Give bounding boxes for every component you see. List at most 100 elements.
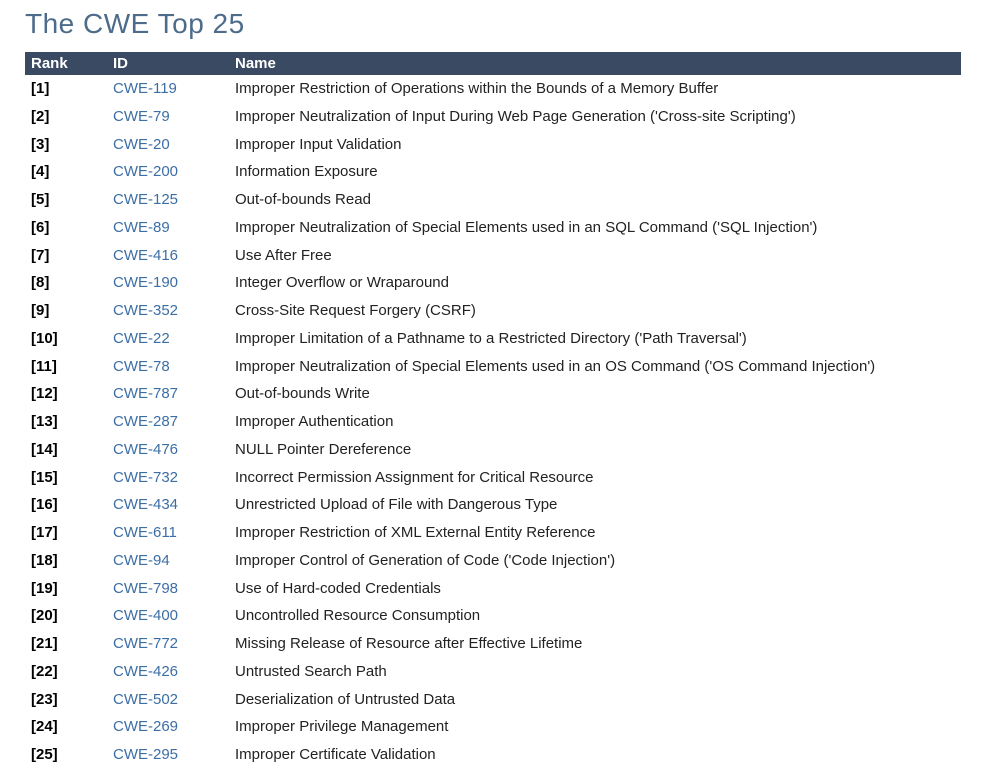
rank-cell: [11] <box>25 353 107 381</box>
rank-cell: [23] <box>25 686 107 714</box>
cwe-link[interactable]: CWE-125 <box>113 191 178 208</box>
rank-cell: [25] <box>25 741 107 769</box>
table-row: [9]CWE-352Cross-Site Request Forgery (CS… <box>25 297 961 325</box>
name-cell: Improper Restriction of XML External Ent… <box>229 519 961 547</box>
cwe-link[interactable]: CWE-611 <box>113 524 177 541</box>
rank-cell: [1] <box>25 75 107 103</box>
name-cell: Use After Free <box>229 242 961 270</box>
rank-cell: [19] <box>25 575 107 603</box>
id-cell: CWE-295 <box>107 741 229 769</box>
id-cell: CWE-502 <box>107 686 229 714</box>
id-cell: CWE-94 <box>107 547 229 575</box>
rank-cell: [14] <box>25 436 107 464</box>
rank-cell: [2] <box>25 103 107 131</box>
table-row: [12] CWE-787 Out-of-bounds Write <box>25 380 961 408</box>
table-row: [25]CWE-295Improper Certificate Validati… <box>25 741 961 769</box>
cwe-link[interactable]: CWE-287 <box>113 413 178 430</box>
cwe-link[interactable]: CWE-119 <box>113 80 177 97</box>
table-row: [22] CWE-426 Untrusted Search Path <box>25 658 961 686</box>
table-row: [14] CWE-476 NULL Pointer Dereference <box>25 436 961 464</box>
rank-cell: [3] <box>25 131 107 159</box>
name-cell: Improper Privilege Management <box>229 713 961 741</box>
table-row: [16]CWE-434Unrestricted Upload of File w… <box>25 491 961 519</box>
rank-cell: [15] <box>25 464 107 492</box>
cwe-link[interactable]: CWE-78 <box>113 358 170 375</box>
id-cell: CWE-22 <box>107 325 229 353</box>
name-cell: Uncontrolled Resource Consumption <box>229 602 961 630</box>
name-cell: Improper Control of Generation of Code (… <box>229 547 961 575</box>
id-cell: CWE-416 <box>107 242 229 270</box>
name-cell: Improper Neutralization of Special Eleme… <box>229 353 961 381</box>
rank-cell: [13] <box>25 408 107 436</box>
name-cell: Incorrect Permission Assignment for Crit… <box>229 464 961 492</box>
cwe-link[interactable]: CWE-787 <box>113 385 178 402</box>
id-cell: CWE-772 <box>107 630 229 658</box>
cwe-link[interactable]: CWE-89 <box>113 219 170 236</box>
rank-cell: [9] <box>25 297 107 325</box>
name-cell: Use of Hard-coded Credentials <box>229 575 961 603</box>
cwe-link[interactable]: CWE-20 <box>113 136 170 153</box>
cwe-link[interactable]: CWE-79 <box>113 108 170 125</box>
cwe-link[interactable]: CWE-352 <box>113 302 178 319</box>
rank-cell: [8] <box>25 269 107 297</box>
table-row: [19] CWE-798 Use of Hard-coded Credentials <box>25 575 961 603</box>
name-cell: Information Exposure <box>229 158 961 186</box>
name-cell: Integer Overflow or Wraparound <box>229 269 961 297</box>
rank-cell: [22] <box>25 658 107 686</box>
name-cell: Improper Limitation of a Pathname to a R… <box>229 325 961 353</box>
name-cell: Out-of-bounds Write <box>229 380 961 408</box>
header-id: ID <box>107 52 229 75</box>
name-cell: Deserialization of Untrusted Data <box>229 686 961 714</box>
rank-cell: [4] <box>25 158 107 186</box>
cwe-link[interactable]: CWE-434 <box>113 496 178 513</box>
rank-cell: [16] <box>25 491 107 519</box>
cwe-link[interactable]: CWE-400 <box>113 607 178 624</box>
table-row: [5] CWE-125 Out-of-bounds Read <box>25 186 961 214</box>
name-cell: Untrusted Search Path <box>229 658 961 686</box>
cwe-link[interactable]: CWE-426 <box>113 663 178 680</box>
id-cell: CWE-400 <box>107 602 229 630</box>
name-cell: Improper Restriction of Operations withi… <box>229 75 961 103</box>
cwe-link[interactable]: CWE-798 <box>113 580 178 597</box>
table-row: [4] CWE-200 Information Exposure <box>25 158 961 186</box>
cwe-link[interactable]: CWE-732 <box>113 469 178 486</box>
table-row: [20]CWE-400Uncontrolled Resource Consump… <box>25 602 961 630</box>
name-cell: NULL Pointer Dereference <box>229 436 961 464</box>
cwe-link[interactable]: CWE-416 <box>113 247 178 264</box>
id-cell: CWE-119 <box>107 75 229 103</box>
id-cell: CWE-89 <box>107 214 229 242</box>
name-cell: Improper Authentication <box>229 408 961 436</box>
rank-cell: [5] <box>25 186 107 214</box>
table-row: [7]CWE-416Use After Free <box>25 242 961 270</box>
table-row: [17]CWE-611Improper Restriction of XML E… <box>25 519 961 547</box>
id-cell: CWE-798 <box>107 575 229 603</box>
name-cell: Improper Input Validation <box>229 131 961 159</box>
table-row: [15] CWE-732 Incorrect Permission Assignme… <box>25 464 961 492</box>
cwe-link[interactable]: CWE-200 <box>113 163 178 180</box>
name-cell: Out-of-bounds Read <box>229 186 961 214</box>
table-row: [3] CWE-20 Improper Input Validation <box>25 131 961 159</box>
header-name: Name <box>229 52 961 75</box>
cwe-link[interactable]: CWE-190 <box>113 274 178 291</box>
rank-cell: [12] <box>25 380 107 408</box>
cwe-link[interactable]: CWE-502 <box>113 691 178 708</box>
cwe-link[interactable]: CWE-22 <box>113 330 170 347</box>
id-cell: CWE-200 <box>107 158 229 186</box>
cwe-link[interactable]: CWE-476 <box>113 441 178 458</box>
cwe-link[interactable]: CWE-772 <box>113 635 178 652</box>
table-row: [24] CWE-269 Improper Privilege Management <box>25 713 961 741</box>
id-cell: CWE-269 <box>107 713 229 741</box>
page-title: The CWE Top 25 <box>25 8 961 40</box>
id-cell: CWE-125 <box>107 186 229 214</box>
cwe-link[interactable]: CWE-295 <box>113 746 178 763</box>
id-cell: CWE-476 <box>107 436 229 464</box>
id-cell: CWE-434 <box>107 491 229 519</box>
rank-cell: [24] <box>25 713 107 741</box>
id-cell: CWE-79 <box>107 103 229 131</box>
cwe-top25-table: Rank ID Name [1]CWE-119Improper Restrict… <box>25 52 961 769</box>
id-cell: CWE-287 <box>107 408 229 436</box>
table-row: [10]CWE-22Improper Limitation of a Pathn… <box>25 325 961 353</box>
table-row: [8] CWE-190 Integer Overflow or Wraparound <box>25 269 961 297</box>
cwe-link[interactable]: CWE-269 <box>113 718 178 735</box>
cwe-link[interactable]: CWE-94 <box>113 552 170 569</box>
